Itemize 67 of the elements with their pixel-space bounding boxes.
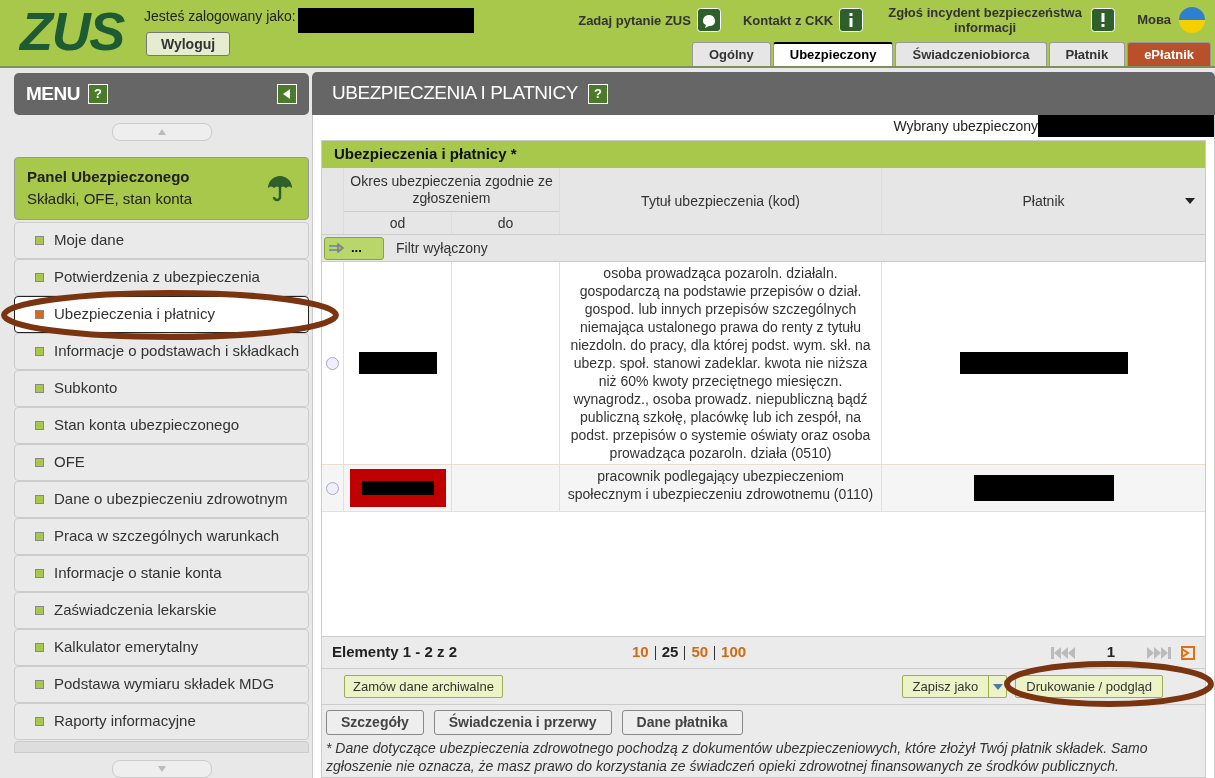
caret-down-icon [992,683,1003,690]
page-number: 1 [1105,642,1117,663]
scroll-down-button[interactable] [111,760,212,778]
expand-icon[interactable] [1181,645,1195,660]
nav-tab[interactable]: Ubezpieczony [772,42,894,66]
filter-button[interactable]: ... [324,236,384,260]
filter-status: Filtr wyłączony [396,238,488,258]
elements-count: Elementy 1 - 2 z 2 [332,642,459,663]
logo: ZUS [20,2,124,60]
archive-button[interactable]: Zamów dane archiwalne [344,675,503,698]
exclamation-icon [1091,8,1116,32]
caret-left-icon [283,88,291,99]
menu-item[interactable]: Zaświadczenia lekarskie [14,592,309,630]
detail-button[interactable]: Świadczenia i przerwy [433,710,612,735]
help-button[interactable]: ? [88,83,109,104]
header-link[interactable]: Zadaj pytanie ZUS [578,12,691,28]
panel-subtitle: Składki, OFE, stan konta [27,189,193,210]
nav-tab[interactable]: ePłatnik [1127,42,1211,66]
filter-arrows-icon [329,243,345,253]
footnote-text: * Dane dotyczące ubezpieczenia zdrowotnego pochodzą z dokumentów ubezpieczeniowych, które złożył Twój płatnik składek. Samo zgłoszenie nie oznacza, że masz prawo do korzystania ze świadczeń opieki zdrowotnej finansowanych ze środków publicznych. [326,739,1149,775]
flag-icon [1179,7,1205,33]
language-link[interactable]: Мова [1137,10,1171,30]
menu-item[interactable]: Stan konta ubezpieczonego [14,407,309,445]
chat-icon [696,8,721,32]
menu-item[interactable]: Subkonto [14,370,309,408]
detail-button[interactable]: Dane płatnika [621,710,743,735]
logout-button[interactable]: Wyloguj [145,32,231,56]
nav-tab[interactable]: Ogólny [692,42,771,66]
header-link[interactable]: Kontakt z CKK [742,12,834,28]
nav-tab[interactable]: Płatnik [1048,42,1126,66]
print-button[interactable]: Drukowanie / podgląd [1015,675,1163,698]
logged-in-label: Jesteś zalogowany jako: [143,7,296,26]
menu-item[interactable]: Potwierdzenia z ubezpieczenia [14,259,309,297]
menu-item[interactable]: Praca w szczególnych warunkach [14,518,309,556]
panel-title: Panel Ubezpieczonego [27,166,191,187]
header-link[interactable]: Zgłoś incydent bezpieczeństwa informacji [885,5,1086,35]
menu-item[interactable]: Podstawa wymiaru składek MDG [14,666,309,704]
column-header: do [496,213,515,233]
column-header: od [344,212,452,234]
caret-up-icon [157,128,166,135]
caret-down-icon [157,766,166,772]
collapse-button[interactable] [277,83,297,104]
row-radio[interactable] [326,356,339,370]
column-header: Płatnik [1022,191,1065,211]
row-radio[interactable] [326,481,339,495]
info-icon [839,8,864,32]
menu-item[interactable]: Raporty informacyjne [14,703,309,741]
menu-item[interactable]: OFE [14,444,309,482]
sort-caret-icon [1185,198,1195,204]
nav-tab[interactable]: Świadczeniobiorca [895,42,1047,66]
table-title: Ubezpieczenia i płatnicy * [334,144,517,165]
menu-item[interactable]: Kalkulator emerytalny [14,629,309,667]
column-header: Tytuł ubezpieczenia (kod) [560,168,882,234]
selected-insured-label: Wybrany ubezpieczony [893,116,1038,136]
panel-card[interactable]: Panel Ubezpieczonego Składki, OFE, stan konta [14,156,309,221]
menu-item[interactable]: Dane o ubezpieczeniu zdrowotnym [14,481,309,519]
page-title: UBEZPIECZENIA I PLATNICY [332,81,578,106]
menu-title: MENU [26,81,81,106]
help-button[interactable]: ? [587,83,608,104]
page-size-link[interactable]: 25 [661,641,679,664]
menu-item[interactable]: Moje dane [14,222,309,260]
insurance-title-cell: osoba prowadząca pozaroln. działaln. gospodarczą na podstawie przepisów o dział. gospod. lub innych przepisów szczególnych niemająca ustalonego prawa do renty z tytułu niezdoln. do pracy, dla której podst. wym. skł. na ubezp. społ. stanowi zadeklar. kwota nie niższa niż 60% kwoty przeciętnego miesięczn. wynagrodz., osoba prowadz. niepubliczną bądź publiczną szkołę, placówkę lub ich zespół, na podst. przepisów o systemie oświaty oraz osoba prowadząca pozaroln. działa (0510) [560,262,882,464]
detail-button[interactable]: Szczegóły [326,710,424,735]
column-header: Okres ubezpieczenia zgodnie ze zgłoszeniem [344,168,559,212]
insurance-title-cell: pracownik podlegający ubezpieczeniom społecznym i ubezpieczeniu zdrowotnemu (0110) [560,465,882,511]
scroll-up-button[interactable] [111,122,212,141]
menu-item[interactable]: Informacje o stanie konta [14,555,309,593]
